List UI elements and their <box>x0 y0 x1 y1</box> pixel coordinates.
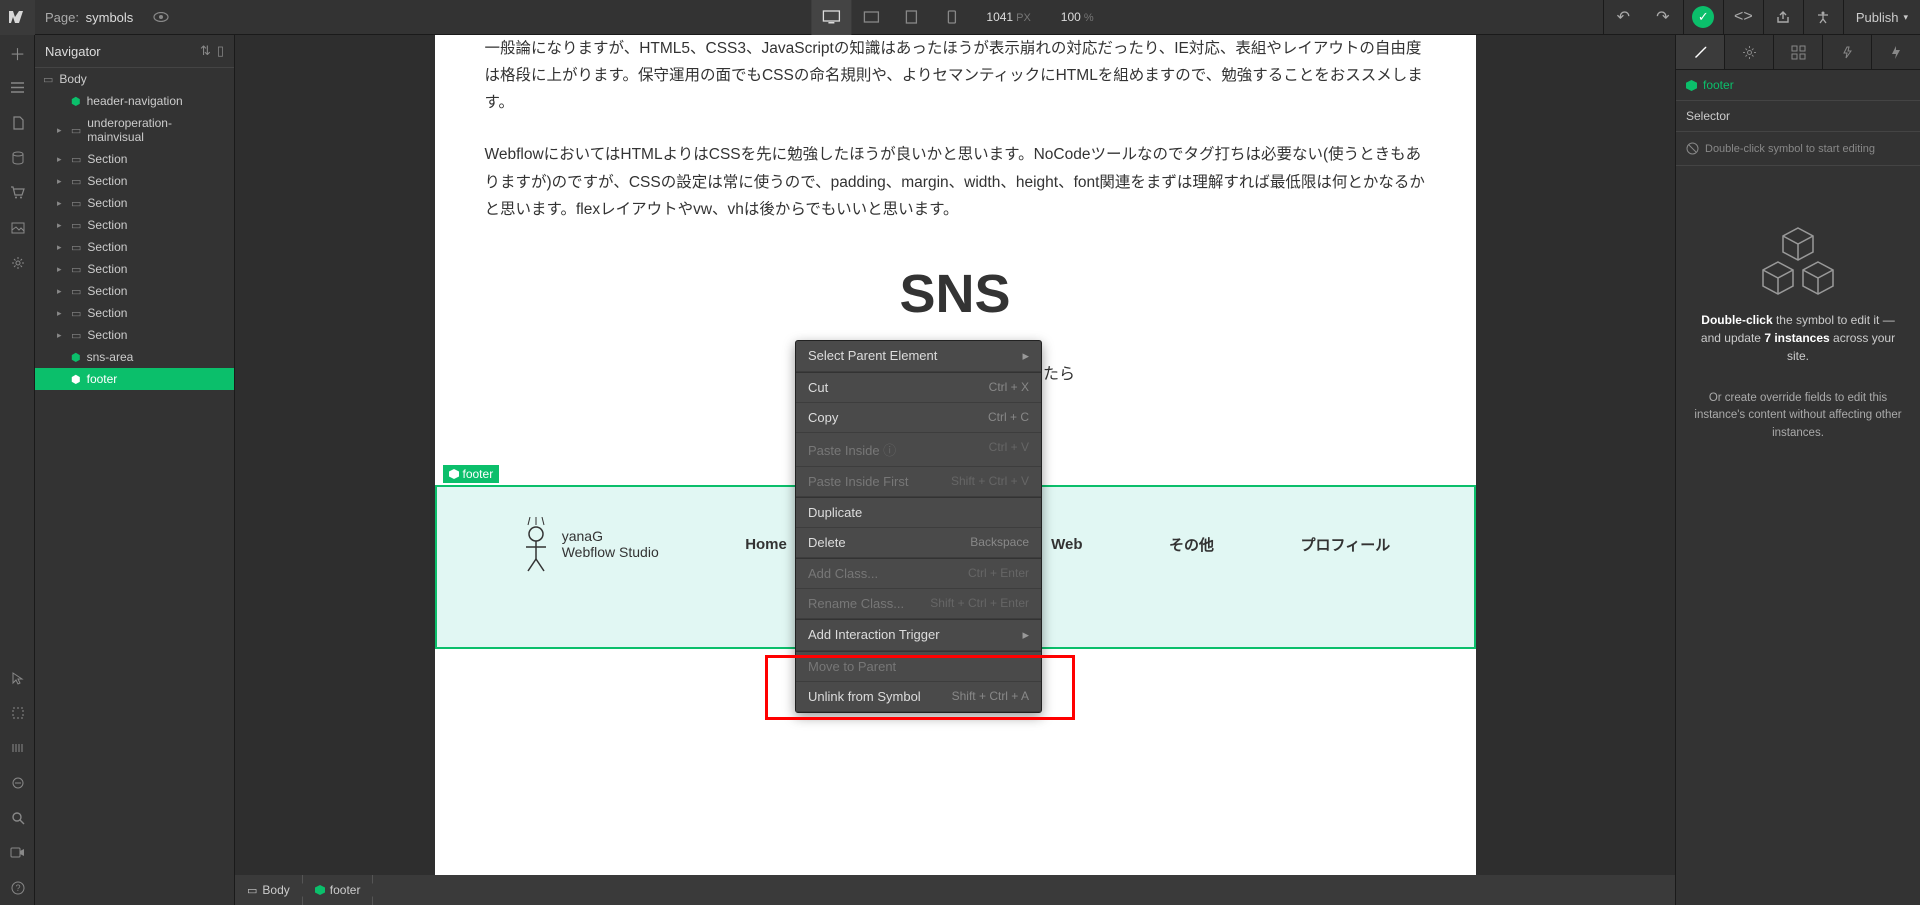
tree-item[interactable]: ▸▭Section <box>35 302 234 324</box>
ecommerce-icon[interactable] <box>0 175 35 210</box>
search-icon[interactable] <box>0 800 35 835</box>
selector-section-label: Selector <box>1676 101 1920 132</box>
symbol-edit-description: Double-click the symbol to edit it — and… <box>1694 311 1902 365</box>
navigator-title: Navigator <box>45 44 101 59</box>
symbol-edit-hint: Double-click symbol to start editing <box>1676 132 1920 166</box>
help-icon[interactable]: ? <box>0 870 35 905</box>
tree-item[interactable]: ▸▭Section <box>35 324 234 346</box>
tree-body[interactable]: ▭Body <box>35 68 234 90</box>
add-element-icon[interactable]: ＋ <box>0 35 35 70</box>
tree-item[interactable]: ⬢header-navigation <box>35 90 234 112</box>
context-menu-item[interactable]: CopyCtrl + C <box>796 403 1041 433</box>
tree-item[interactable]: ▸▭Section <box>35 280 234 302</box>
tablet-portrait-icon[interactable] <box>891 0 931 35</box>
svg-text:?: ? <box>15 883 20 893</box>
context-menu-item[interactable]: Duplicate <box>796 498 1041 528</box>
selection-tool-icon[interactable] <box>0 695 35 730</box>
navigator-header: Navigator ⇅ ▯ <box>35 35 234 68</box>
interactions-tab-icon[interactable] <box>1822 35 1871 69</box>
assets-icon[interactable] <box>0 210 35 245</box>
symbol-cubes-icon <box>1758 226 1838 296</box>
context-menu-item: Rename Class...Shift + Ctrl + Enter <box>796 589 1041 619</box>
tree-item[interactable]: ▸▭Section <box>35 214 234 236</box>
context-menu-item[interactable]: CutCtrl + X <box>796 373 1041 403</box>
publish-button[interactable]: Publish ▾ <box>1843 0 1920 35</box>
style-panel: footer Selector Double-click symbol to s… <box>1675 70 1920 905</box>
tree-item[interactable]: ▸▭Section <box>35 148 234 170</box>
settings-icon[interactable] <box>0 245 35 280</box>
footer-nav-other[interactable]: その他 <box>1169 534 1214 555</box>
symbol-selection-label: footer <box>443 465 500 483</box>
footer-nav-web[interactable]: Web <box>1051 536 1082 553</box>
settings-tab-icon[interactable] <box>1724 35 1773 69</box>
undo-button[interactable]: ↶ <box>1603 0 1643 35</box>
paragraph-2[interactable]: WebflowにおいてはHTMLよりはCSSを先に勉強したほうが良いかと思います… <box>435 141 1476 222</box>
context-menu-item[interactable]: Unlink from SymbolShift + Ctrl + A <box>796 682 1041 712</box>
breadcrumb-bar: ▭Body footer <box>235 875 1675 905</box>
top-bar: Page: symbols 1041PX 100% ↶ ↷ ✓ <> Publi… <box>0 0 1920 35</box>
context-menu-item: Paste Inside FirstShift + Ctrl + V <box>796 467 1041 497</box>
footer-nav-profile[interactable]: プロフィール <box>1301 534 1391 555</box>
right-tabs <box>1675 35 1920 70</box>
breadcrumb-footer[interactable]: footer <box>303 875 374 905</box>
canvas-zoom-display[interactable]: 100% <box>1046 10 1109 24</box>
expand-collapse-icon[interactable]: ⇅ <box>200 43 211 59</box>
tree-item[interactable]: ▸▭underoperation-mainvisual <box>35 112 234 148</box>
pages-icon[interactable] <box>0 105 35 140</box>
redo-button[interactable]: ↷ <box>1643 0 1683 35</box>
context-menu-item[interactable]: Add Interaction Trigger▸ <box>796 620 1041 651</box>
breadcrumb-body[interactable]: ▭Body <box>235 875 303 905</box>
tree-item[interactable]: ▸▭Section <box>35 258 234 280</box>
preview-icon[interactable] <box>153 12 169 22</box>
tree-item[interactable]: ⬢sns-area <box>35 346 234 368</box>
share-icon[interactable] <box>1763 0 1803 35</box>
top-right-actions: ↶ ↷ ✓ <> Publish ▾ <box>1603 0 1920 35</box>
context-menu-item: Add Class...Ctrl + Enter <box>796 559 1041 589</box>
cms-icon[interactable] <box>0 140 35 175</box>
left-toolbar: ＋ ? <box>0 35 35 905</box>
paragraph-1[interactable]: 一般論になりますが、HTML5、CSS3、JavaScriptの知識はあったほう… <box>435 35 1476 116</box>
context-menu-item[interactable]: DeleteBackspace <box>796 528 1041 558</box>
tablet-landscape-icon[interactable] <box>851 0 891 35</box>
style-tab-icon[interactable] <box>1675 35 1724 69</box>
context-menu: Select Parent Element▸CutCtrl + XCopyCtr… <box>795 340 1042 713</box>
footer-nav-home[interactable]: Home <box>745 536 787 553</box>
style-manager-tab-icon[interactable] <box>1773 35 1822 69</box>
tree-item[interactable]: ⬢footer <box>35 368 234 390</box>
effects-tab-icon[interactable] <box>1871 35 1920 69</box>
navigator-tree: ▭Body ⬢header-navigation▸▭underoperation… <box>35 68 234 390</box>
tree-item[interactable]: ▸▭Section <box>35 170 234 192</box>
cursor-tool-icon[interactable] <box>0 660 35 695</box>
canvas-width-display[interactable]: 1041PX <box>971 10 1045 24</box>
sns-heading[interactable]: SNS <box>435 263 1476 325</box>
context-menu-item: Move to Parent <box>796 652 1041 682</box>
context-menu-item: Paste Inside ⓘCtrl + V <box>796 433 1041 467</box>
code-export-icon[interactable]: <> <box>1723 0 1763 35</box>
video-icon[interactable] <box>0 835 35 870</box>
device-switcher: 1041PX 100% <box>811 0 1108 35</box>
status-ok-icon[interactable]: ✓ <box>1683 0 1723 35</box>
accessibility-icon[interactable] <box>1803 0 1843 35</box>
tree-item[interactable]: ▸▭Section <box>35 236 234 258</box>
panel-pin-icon[interactable]: ▯ <box>217 43 224 59</box>
stick-figure-icon <box>520 517 552 572</box>
symbol-override-description: Or create override fields to edit this i… <box>1694 390 1902 442</box>
context-menu-item[interactable]: Select Parent Element▸ <box>796 341 1041 372</box>
footer-brand[interactable]: yanaG Webflow Studio <box>520 517 659 572</box>
selected-element-crumb[interactable]: footer <box>1676 70 1920 101</box>
navigator-icon[interactable] <box>0 70 35 105</box>
desktop-device-icon[interactable] <box>811 0 851 35</box>
guide-icon[interactable] <box>0 765 35 800</box>
navigator-panel: Navigator ⇅ ▯ ▭Body ⬢header-navigation▸▭… <box>35 35 235 905</box>
xray-icon[interactable] <box>0 730 35 765</box>
tree-item[interactable]: ▸▭Section <box>35 192 234 214</box>
webflow-logo[interactable] <box>0 0 35 35</box>
page-indicator[interactable]: Page: symbols <box>35 10 143 25</box>
mobile-device-icon[interactable] <box>931 0 971 35</box>
